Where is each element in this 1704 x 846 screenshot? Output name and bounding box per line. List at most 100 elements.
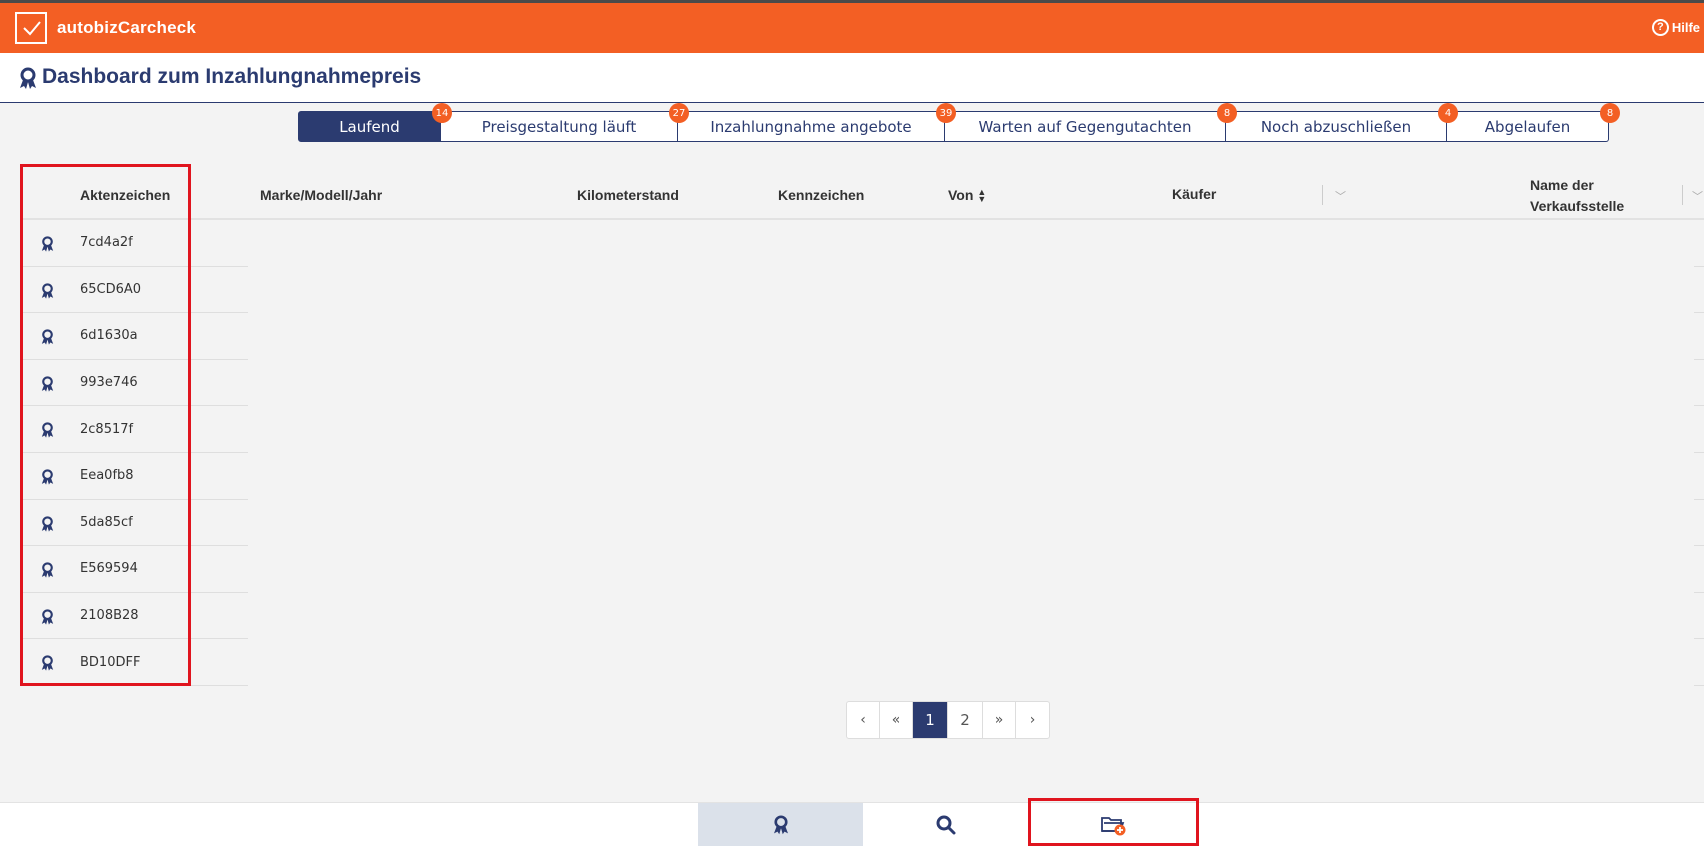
col-von[interactable]: Von ▲ ▼	[948, 187, 986, 204]
count-badge: 39	[936, 103, 956, 123]
award-ribbon-icon	[41, 469, 54, 490]
tab-preisgestaltung[interactable]: Preisgestaltung läuft 27	[441, 103, 689, 142]
table-row[interactable]: 2c8517f	[20, 406, 248, 453]
tab-label: Inzahlungnahme angebote	[710, 117, 912, 136]
bottom-nav	[0, 802, 1704, 846]
help-label: Hilfe	[1671, 20, 1700, 35]
award-ribbon-icon	[41, 376, 54, 397]
count-badge: 4	[1438, 103, 1458, 123]
aktenzeichen-value[interactable]: BD10DFF	[80, 655, 140, 670]
column-divider	[1322, 185, 1323, 205]
search-nav-button[interactable]	[863, 803, 1028, 846]
logo-check-icon[interactable]	[15, 12, 47, 44]
aktenzeichen-value[interactable]: Eea0fb8	[80, 468, 134, 483]
table-row[interactable]: 993e746	[20, 360, 248, 407]
col-von-label: Von	[948, 187, 974, 203]
tab-noch-abzuschliessen[interactable]: Noch abzuschließen 4	[1226, 103, 1458, 142]
aktenzeichen-value[interactable]: E569594	[80, 561, 138, 576]
tab-label: Laufend	[339, 117, 400, 136]
tab-label: Noch abzuschließen	[1260, 117, 1412, 136]
pagination: ‹ « 1 2 » ›	[846, 701, 1050, 739]
tab-label: Abgelaufen	[1484, 117, 1571, 136]
row-divider	[1694, 546, 1704, 593]
dashboard-nav-button[interactable]	[698, 803, 863, 846]
table-row[interactable]: BD10DFF	[20, 639, 248, 686]
row-divider	[1694, 639, 1704, 686]
prev-page-button[interactable]: ‹	[847, 702, 880, 738]
award-ribbon-icon	[773, 814, 788, 834]
first-page-button[interactable]: «	[880, 702, 913, 738]
award-ribbon-icon	[20, 67, 36, 89]
row-divider	[1694, 453, 1704, 500]
award-ribbon-icon	[41, 236, 54, 257]
award-ribbon-icon	[41, 329, 54, 350]
next-page-button[interactable]: ›	[1016, 702, 1049, 738]
row-divider	[1694, 313, 1704, 360]
help-link[interactable]: ? Hilfe	[1651, 19, 1700, 36]
col-verkaufsstelle-line2: Verkaufsstelle	[1530, 198, 1625, 214]
aktenzeichen-value[interactable]: 993e746	[80, 375, 138, 390]
status-tabs: Laufend 14 Preisgestaltung läuft 27 Inza…	[298, 103, 1620, 142]
col-kennzeichen[interactable]: Kennzeichen	[778, 187, 864, 203]
row-divider	[1694, 267, 1704, 314]
table-row[interactable]: 6d1630a	[20, 313, 248, 360]
count-badge: 8	[1217, 103, 1237, 123]
column-divider	[1682, 185, 1683, 205]
tab-warten[interactable]: Warten auf Gegengutachten 8	[945, 103, 1237, 142]
question-circle-icon: ?	[1651, 19, 1669, 36]
tab-inzahlungnahme[interactable]: Inzahlungnahme angebote 39	[678, 103, 956, 142]
award-ribbon-icon	[41, 282, 54, 304]
table-row[interactable]: 2108B28	[20, 593, 248, 640]
page-title: Dashboard zum Inzahlungnahmepreis	[42, 65, 422, 88]
row-divider	[1694, 360, 1704, 407]
award-ribbon-icon	[41, 609, 54, 630]
row-divider	[1694, 220, 1704, 267]
new-case-nav-button[interactable]	[1031, 803, 1196, 846]
award-ribbon-icon	[41, 655, 54, 676]
row-dividers	[1694, 220, 1704, 686]
folder-add-icon	[1100, 817, 1125, 836]
award-ribbon-icon	[41, 562, 54, 583]
app-brand[interactable]: autobizCarcheck	[57, 18, 196, 38]
table-row[interactable]: 65CD6A0	[20, 267, 248, 314]
col-verkaufsstelle[interactable]: Name der Verkaufsstelle	[1530, 175, 1624, 217]
award-ribbon-icon	[41, 422, 54, 443]
col-verkaufsstelle-line1: Name der	[1530, 177, 1594, 193]
tab-label: Preisgestaltung läuft	[481, 117, 637, 136]
col-marke-modell-jahr[interactable]: Marke/Modell/Jahr	[260, 187, 382, 203]
aktenzeichen-value[interactable]: 7cd4a2f	[80, 235, 133, 250]
top-bar: autobizCarcheck ? Hilfe	[0, 0, 1704, 53]
tab-abgelaufen[interactable]: Abgelaufen 8	[1447, 103, 1620, 142]
title-bar: Dashboard zum Inzahlungnahmepreis	[0, 53, 1704, 103]
table-row[interactable]: 5da85cf	[20, 500, 248, 547]
tab-label: Warten auf Gegengutachten	[978, 117, 1192, 136]
count-badge: 27	[669, 103, 689, 123]
chevron-down-icon[interactable]: ﹀	[1692, 188, 1703, 204]
aktenzeichen-value[interactable]: 5da85cf	[80, 515, 133, 530]
page-1-button[interactable]: 1	[913, 702, 948, 738]
table-row[interactable]: 7cd4a2f	[20, 220, 248, 267]
col-kilometerstand[interactable]: Kilometerstand	[577, 187, 679, 203]
aktenzeichen-value[interactable]: 2c8517f	[80, 422, 133, 437]
table-row[interactable]: E569594	[20, 546, 248, 593]
tab-laufend[interactable]: Laufend 14	[298, 103, 452, 142]
award-ribbon-icon	[41, 515, 54, 537]
table-header: Aktenzeichen Marke/Modell/Jahr Kilometer…	[20, 164, 1704, 220]
table-row[interactable]: Eea0fb8	[20, 453, 248, 500]
page-2-button[interactable]: 2	[948, 702, 983, 738]
col-aktenzeichen[interactable]: Aktenzeichen	[80, 187, 170, 203]
count-badge: 8	[1600, 103, 1620, 123]
row-divider	[1694, 593, 1704, 640]
count-badge: 14	[432, 103, 452, 123]
row-divider	[1694, 500, 1704, 547]
sort-icon[interactable]: ▲ ▼	[977, 187, 986, 203]
aktenzeichen-value[interactable]: 65CD6A0	[80, 282, 141, 297]
search-icon	[936, 815, 955, 835]
last-page-button[interactable]: »	[983, 702, 1016, 738]
chevron-down-icon[interactable]: ﹀	[1335, 188, 1346, 204]
aktenzeichen-value[interactable]: 2108B28	[80, 608, 139, 623]
row-divider	[1694, 406, 1704, 453]
col-kaeufer[interactable]: Käufer	[1172, 186, 1216, 202]
table-body: 7cd4a2f 65CD6A0 6d1630a 993e746 2c8517f Eea0f…	[20, 220, 248, 686]
aktenzeichen-value[interactable]: 6d1630a	[80, 328, 138, 343]
